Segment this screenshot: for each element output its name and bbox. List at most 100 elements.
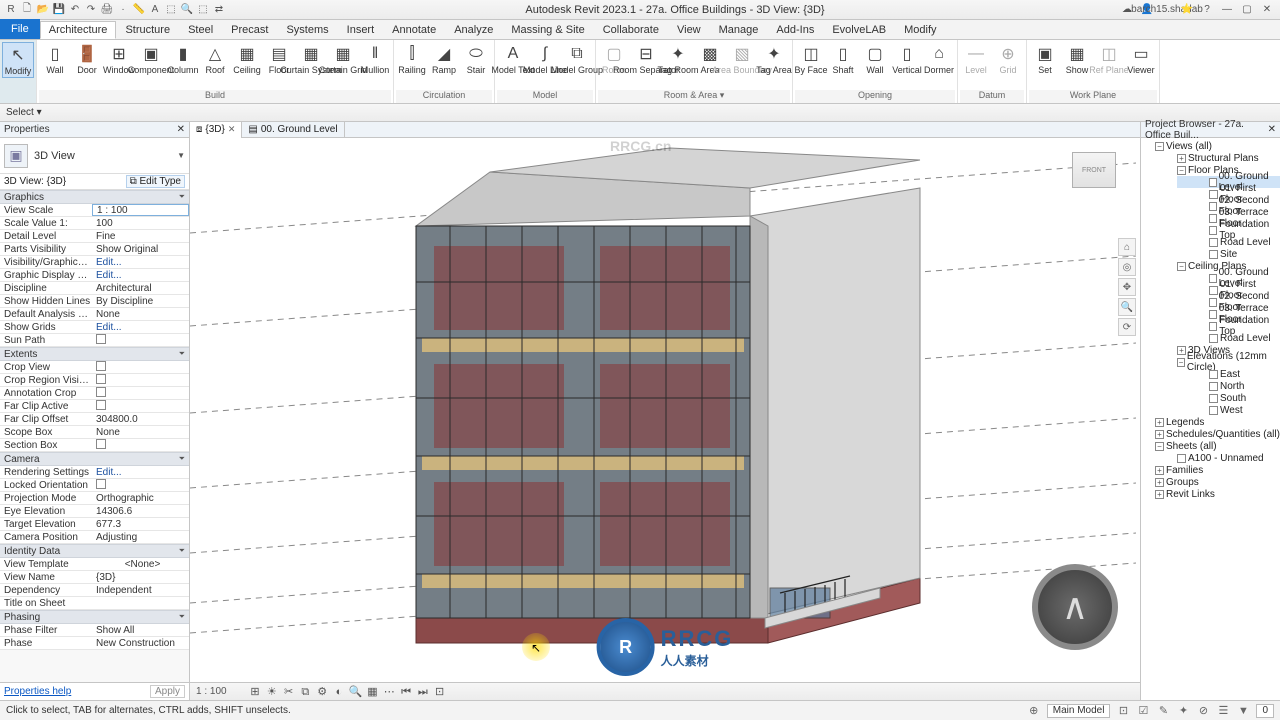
qat-print-icon[interactable]: 🖨 (100, 3, 114, 17)
visual-style-icon[interactable]: ☀ (265, 684, 279, 698)
qat-thin-lines-icon[interactable]: 🔍 (180, 3, 194, 17)
ribbon-show-button[interactable]: ▦Show (1061, 42, 1093, 76)
tree-floorplan-item[interactable]: Foundation Top (1177, 224, 1280, 236)
reveal-icon[interactable]: ▦ (365, 684, 379, 698)
checkbox-icon[interactable] (96, 334, 106, 344)
checkbox-icon[interactable] (96, 374, 106, 384)
tab-annotate[interactable]: Annotate (383, 21, 445, 39)
ribbon-mullion-button[interactable]: ‖Mullion (359, 42, 391, 76)
tab-file[interactable]: File (0, 19, 40, 39)
tab-systems[interactable]: Systems (277, 21, 337, 39)
status-i1-icon[interactable]: ⊡ (1116, 704, 1130, 718)
tree-structural-plans[interactable]: Structural Plans (1155, 152, 1280, 164)
tree-views-summary[interactable]: Views (all) (1155, 140, 1280, 152)
hide-isolate-icon[interactable]: 🔍 (349, 684, 363, 698)
tree-revit-links-summary[interactable]: Revit Links (1155, 488, 1280, 500)
ribbon-grid-button[interactable]: ⊕Grid (992, 42, 1024, 76)
status-i4-icon[interactable]: ✦ (1176, 704, 1190, 718)
prop-row[interactable]: Parts VisibilityShow Original (0, 243, 189, 256)
prop-value[interactable] (92, 374, 189, 387)
tree-elevation-item[interactable]: North (1177, 380, 1280, 392)
status-selection-count[interactable]: 0 (1256, 704, 1274, 718)
prop-row[interactable]: Far Clip Offset304800.0 (0, 413, 189, 426)
prop-row[interactable]: View Name{3D} (0, 571, 189, 584)
prop-row[interactable]: Far Clip Active (0, 400, 189, 413)
prop-row[interactable]: Default Analysis Displ...None (0, 308, 189, 321)
view-scale-label[interactable]: 1 : 100 (196, 686, 244, 697)
select-dropdown[interactable]: Select ▾ (6, 107, 42, 118)
tree-schedules[interactable]: Schedules/Quantities (all) (1143, 428, 1280, 440)
prop-value[interactable]: None (92, 427, 189, 438)
properties-help-link[interactable]: Properties help (4, 686, 71, 697)
qat-measure-icon[interactable]: · (116, 3, 130, 17)
ribbon-railing-button[interactable]: ⫿Railing (396, 42, 428, 76)
prop-value[interactable]: 677.3 (92, 519, 189, 530)
tab-view[interactable]: View (668, 21, 710, 39)
qat-close-hidden-icon[interactable]: ⬚ (196, 3, 210, 17)
next-icon[interactable]: ⏭ (416, 685, 430, 699)
tree-revit-links[interactable]: Revit Links (1143, 488, 1280, 500)
prop-value[interactable]: Show Original (92, 244, 189, 255)
prop-row[interactable]: Graphic Display Optio...Edit... (0, 269, 189, 282)
close-icon[interactable]: ✕ (1260, 3, 1274, 17)
edit-link[interactable]: Edit... (96, 270, 122, 281)
qat-redo-icon[interactable]: ↷ (84, 3, 98, 17)
prop-value[interactable] (92, 387, 189, 400)
prop-value[interactable]: Edit... (92, 467, 189, 478)
qat-search-icon[interactable]: ⬚ (164, 3, 178, 17)
favorites-icon[interactable]: ⭐ (1180, 3, 1194, 17)
tab-evolvelab[interactable]: EvolveLAB (823, 21, 895, 39)
prop-value[interactable]: Show All (92, 625, 189, 636)
tree-families-summary[interactable]: Families (1155, 464, 1280, 476)
prop-section-extents[interactable]: Extents⏷ (0, 347, 189, 361)
tree-schedules-summary[interactable]: Schedules/Quantities (all) (1155, 428, 1280, 440)
ribbon-level-button[interactable]: —Level (960, 42, 992, 76)
more-icon[interactable]: ⋯ (382, 684, 396, 698)
ribbon-curtain-grid-button[interactable]: ▦Curtain Grid (327, 42, 359, 76)
tab-addins[interactable]: Add-Ins (767, 21, 823, 39)
prop-value[interactable]: <None> (92, 559, 189, 570)
qat-switch-icon[interactable]: ⇄ (212, 3, 226, 17)
tab-architecture[interactable]: Architecture (40, 21, 117, 39)
status-i5-icon[interactable]: ⊘ (1196, 704, 1210, 718)
status-i3-icon[interactable]: ✎ (1156, 704, 1170, 718)
prop-value[interactable]: New Construction (92, 638, 189, 649)
type-selector[interactable]: ▣ 3D View ▼ (0, 138, 189, 174)
tree-floor-plans[interactable]: Floor Plans00. Ground Level01. First Flo… (1155, 164, 1280, 260)
prop-row[interactable]: Rendering SettingsEdit... (0, 466, 189, 479)
prop-value[interactable]: None (92, 309, 189, 320)
tab-modify[interactable]: Modify (895, 21, 945, 39)
shadows-icon[interactable]: ⧉ (298, 685, 312, 699)
prop-value[interactable]: Edit... (92, 257, 189, 268)
checkbox-icon[interactable] (96, 439, 106, 449)
ribbon-shaft-button[interactable]: ▯Shaft (827, 42, 859, 76)
help-icon[interactable]: ? (1200, 3, 1214, 17)
qat-save-icon[interactable]: 💾 (52, 3, 66, 17)
crop-icon[interactable]: ◐ (332, 685, 346, 699)
prop-value[interactable]: By Discipline (92, 296, 189, 307)
prop-value[interactable] (92, 334, 189, 347)
tree-elevation-item[interactable]: West (1177, 404, 1280, 416)
ribbon-wall-button[interactable]: ▯Wall (39, 42, 71, 76)
ribbon-model-group-button[interactable]: ⧉Model Group (561, 42, 593, 76)
ribbon-dormer-button[interactable]: ⌂Dormer (923, 42, 955, 76)
ribbon-column-button[interactable]: ▮Column (167, 42, 199, 76)
ribbon-stair-button[interactable]: ⬭Stair (460, 42, 492, 76)
tab-insert[interactable]: Insert (338, 21, 384, 39)
prop-value[interactable] (92, 479, 189, 492)
prop-row[interactable]: Show GridsEdit... (0, 321, 189, 334)
prop-row[interactable]: Crop Region Visible (0, 374, 189, 387)
tree-families[interactable]: Families (1143, 464, 1280, 476)
ribbon-component-button[interactable]: ▣Component (135, 42, 167, 76)
prop-value[interactable] (92, 400, 189, 413)
ribbon-vertical-button[interactable]: ▯Vertical (891, 42, 923, 76)
qat-text-icon[interactable]: 📏 (132, 3, 146, 17)
revit-icon[interactable]: R (4, 3, 18, 17)
status-worksets-icon[interactable]: ⊕ (1027, 704, 1041, 718)
status-i6-icon[interactable]: ☰ (1216, 704, 1230, 718)
ribbon-tag-room-button[interactable]: ✦Tag Room (662, 42, 694, 76)
ribbon-wall-button[interactable]: ▢Wall (859, 42, 891, 76)
doctab-close-icon[interactable]: ✕ (228, 124, 236, 135)
tab-structure[interactable]: Structure (116, 21, 179, 39)
prop-value[interactable]: 1 : 100 (92, 204, 189, 216)
